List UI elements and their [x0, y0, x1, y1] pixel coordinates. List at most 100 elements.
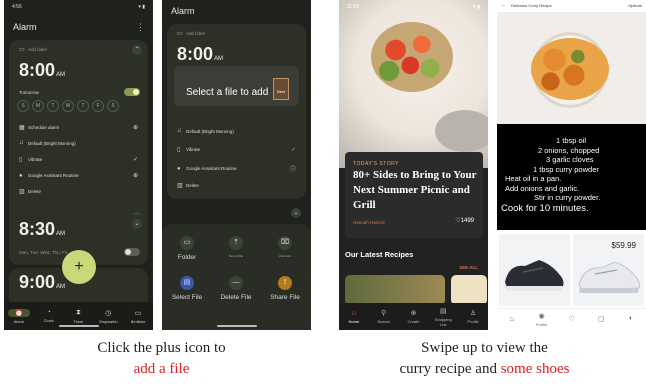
- status-time: 11:29: [347, 4, 360, 10]
- ringtone-label: Default (Bright Morning): [28, 140, 76, 146]
- day-tue[interactable]: T: [47, 100, 59, 112]
- unknown-action[interactable]: ⌧ Unknown: [263, 236, 307, 258]
- home-indicator: [58, 325, 99, 327]
- day-sat[interactable]: S: [107, 100, 119, 112]
- delete-row[interactable]: ▥ Delete: [177, 182, 296, 189]
- add-label-row[interactable]: ▭ Add label: [177, 30, 296, 37]
- alarm-toggle[interactable]: [124, 88, 140, 96]
- nav-profile[interactable]: ♙ Profile: [463, 309, 483, 324]
- nav-stopwatch[interactable]: ◷ Stopwatch: [97, 309, 119, 324]
- add-label-text: Add label: [186, 31, 205, 36]
- select-file-popup[interactable]: Select a file to add Next: [174, 66, 299, 106]
- nav-favorites[interactable]: ♡: [560, 315, 582, 325]
- record-action[interactable]: ⤒ Record file: [214, 236, 258, 258]
- add-routine-icon[interactable]: ⊕: [133, 172, 138, 179]
- day-sun[interactable]: S: [17, 100, 29, 112]
- story-author[interactable]: Hannah Hamrol: [353, 220, 385, 225]
- assistant-routine-row[interactable]: ● Google Assistant Routine ⓘ: [177, 164, 296, 174]
- back-arrow-icon[interactable]: ←: [501, 2, 506, 8]
- ingredient-line: 1 tbsp oil: [556, 136, 587, 145]
- nav-create[interactable]: ⊕ Create: [403, 309, 423, 324]
- nav-home[interactable]: ♨: [501, 315, 523, 325]
- vibrate-row[interactable]: ▯ Vibrate ✓: [177, 146, 296, 153]
- nav-search-label: Search: [377, 319, 391, 324]
- nav-clock[interactable]: ◔ Clock: [38, 309, 60, 323]
- folder-action[interactable]: ▭ Folder: [165, 236, 209, 261]
- schedule-alarm-row[interactable]: ▦ Schedule alarm ⊕: [19, 124, 138, 131]
- info-icon[interactable]: ⓘ: [290, 164, 296, 173]
- alarm-time[interactable]: 8:00AM: [19, 60, 65, 81]
- share-file-button[interactable]: ⇪ Share File: [263, 276, 307, 301]
- black-sneaker-image: [505, 260, 564, 291]
- product-card[interactable]: [499, 234, 570, 306]
- instruction-line: Heat oil in a pan.: [505, 174, 562, 183]
- left-caption-line1: Click the plus icon to: [97, 340, 226, 356]
- bell-icon: ♫: [19, 140, 24, 146]
- assistant-routine-label: Google Assistant Routine: [186, 166, 237, 171]
- chevron-down-icon[interactable]: ⌄: [132, 219, 142, 229]
- nav-profile-label: Profile: [467, 319, 479, 324]
- curry-dish-image[interactable]: [497, 12, 646, 124]
- options-menu[interactable]: Options: [628, 3, 642, 8]
- todays-story-card[interactable]: TODAY'S STORY 80+ Sides to Bring to Your…: [345, 152, 483, 238]
- more-options-icon[interactable]: ⋮: [136, 22, 145, 33]
- nav-alarm[interactable]: ⏰ Alarm: [7, 308, 30, 324]
- nav-bag[interactable]: ▢: [590, 315, 612, 325]
- check-icon[interactable]: ✓: [291, 146, 296, 153]
- alarm-2-schedule: Mon, Tue, Wed, Thu, Fri: [19, 250, 68, 255]
- stopwatch-icon: ◷: [105, 309, 112, 317]
- alarm-ampm: AM: [214, 56, 224, 62]
- alarm-time-2-ampm: AM: [56, 231, 66, 237]
- product-card[interactable]: $59.99: [573, 234, 644, 306]
- day-fri[interactable]: F: [92, 100, 104, 112]
- see-all-link[interactable]: SEE ALL: [459, 265, 478, 270]
- nav-more[interactable]: ◐: [620, 315, 642, 324]
- chevron-up-icon[interactable]: ⌃: [132, 45, 142, 55]
- nav-timer[interactable]: ⧗ Timer: [67, 309, 89, 324]
- nav-bedtime[interactable]: ▭ Bedtime: [127, 309, 149, 324]
- chevron-down-icon[interactable]: ⌄: [291, 208, 301, 218]
- day-thu[interactable]: T: [77, 100, 89, 112]
- assistant-routine-row[interactable]: ● Google Assistant Routine ⊕: [19, 172, 138, 180]
- day-wed[interactable]: W: [62, 100, 74, 112]
- alarm-time-3: 9:00AM: [19, 272, 65, 293]
- alarm-card-expanded: ▭ Add label ⌃ 8:00AM Tomorrow S M T W T …: [9, 40, 148, 230]
- recipe-app-home: 11:29 ▾ ▮ TODAY'S STORY 80+ Sides to Bri…: [339, 0, 488, 330]
- bag-icon: ▢: [597, 315, 605, 323]
- clock-icon: ◔: [46, 309, 51, 316]
- alarm-file-picker-screen: Alarm ▭ Add label 8:00AM ♫ Default (Brig…: [162, 0, 311, 330]
- alarm-time[interactable]: 8:00AM: [177, 44, 223, 65]
- recipe-card[interactable]: [451, 275, 487, 305]
- nav-home[interactable]: ⌂ Home: [344, 310, 364, 324]
- select-file-label: Select File: [171, 294, 203, 301]
- nav-shopping-list[interactable]: ▤ Shopping List: [433, 307, 453, 327]
- nav-create-label: Create: [407, 319, 420, 324]
- delete-row[interactable]: ▥ Delete: [19, 188, 138, 195]
- vibrate-row[interactable]: ▯ Vibrate ✓: [19, 156, 138, 163]
- alarm-time-value: 8:00: [177, 44, 214, 64]
- add-circle-icon[interactable]: ⊕: [133, 124, 138, 131]
- alarm-time-3-value: 9:00: [19, 272, 56, 292]
- alarm-2-toggle[interactable]: [124, 248, 140, 256]
- check-icon[interactable]: ✓: [133, 156, 138, 163]
- recipe-card[interactable]: [345, 275, 445, 305]
- add-alarm-button[interactable]: +: [62, 250, 96, 284]
- file-thumbnail[interactable]: Next: [273, 78, 289, 100]
- delete-file-button[interactable]: — Delete File: [214, 276, 258, 301]
- nav-profile[interactable]: ◉ Profile: [531, 312, 553, 327]
- schedule-alarm-label: Schedule alarm: [28, 125, 60, 130]
- label-icon: ▭: [177, 31, 183, 37]
- day-mon[interactable]: M: [32, 100, 44, 112]
- select-file-button[interactable]: ▤ Select File: [165, 276, 209, 301]
- delete-label: Delete: [186, 183, 200, 188]
- ringtone-row[interactable]: ♫ Default (Bright Morning): [19, 140, 138, 146]
- add-label-row[interactable]: ▭ Add label: [19, 46, 138, 53]
- salad-hero-image[interactable]: [339, 0, 488, 168]
- alarm-time-value: 8:00: [19, 60, 56, 80]
- nav-search[interactable]: ⚲ Search: [374, 309, 394, 324]
- like-count[interactable]: ♡1499: [455, 217, 474, 224]
- clock-app-alarm-screen: 4:56 ▾ ▮ Alarm ⋮ ▭ Add label ⌃ 8:00AM To…: [4, 0, 153, 330]
- ringtone-row[interactable]: ♫ Default (Bright Morning): [177, 128, 296, 134]
- minus-icon: —: [229, 276, 243, 290]
- file-icon: ▤: [180, 276, 194, 290]
